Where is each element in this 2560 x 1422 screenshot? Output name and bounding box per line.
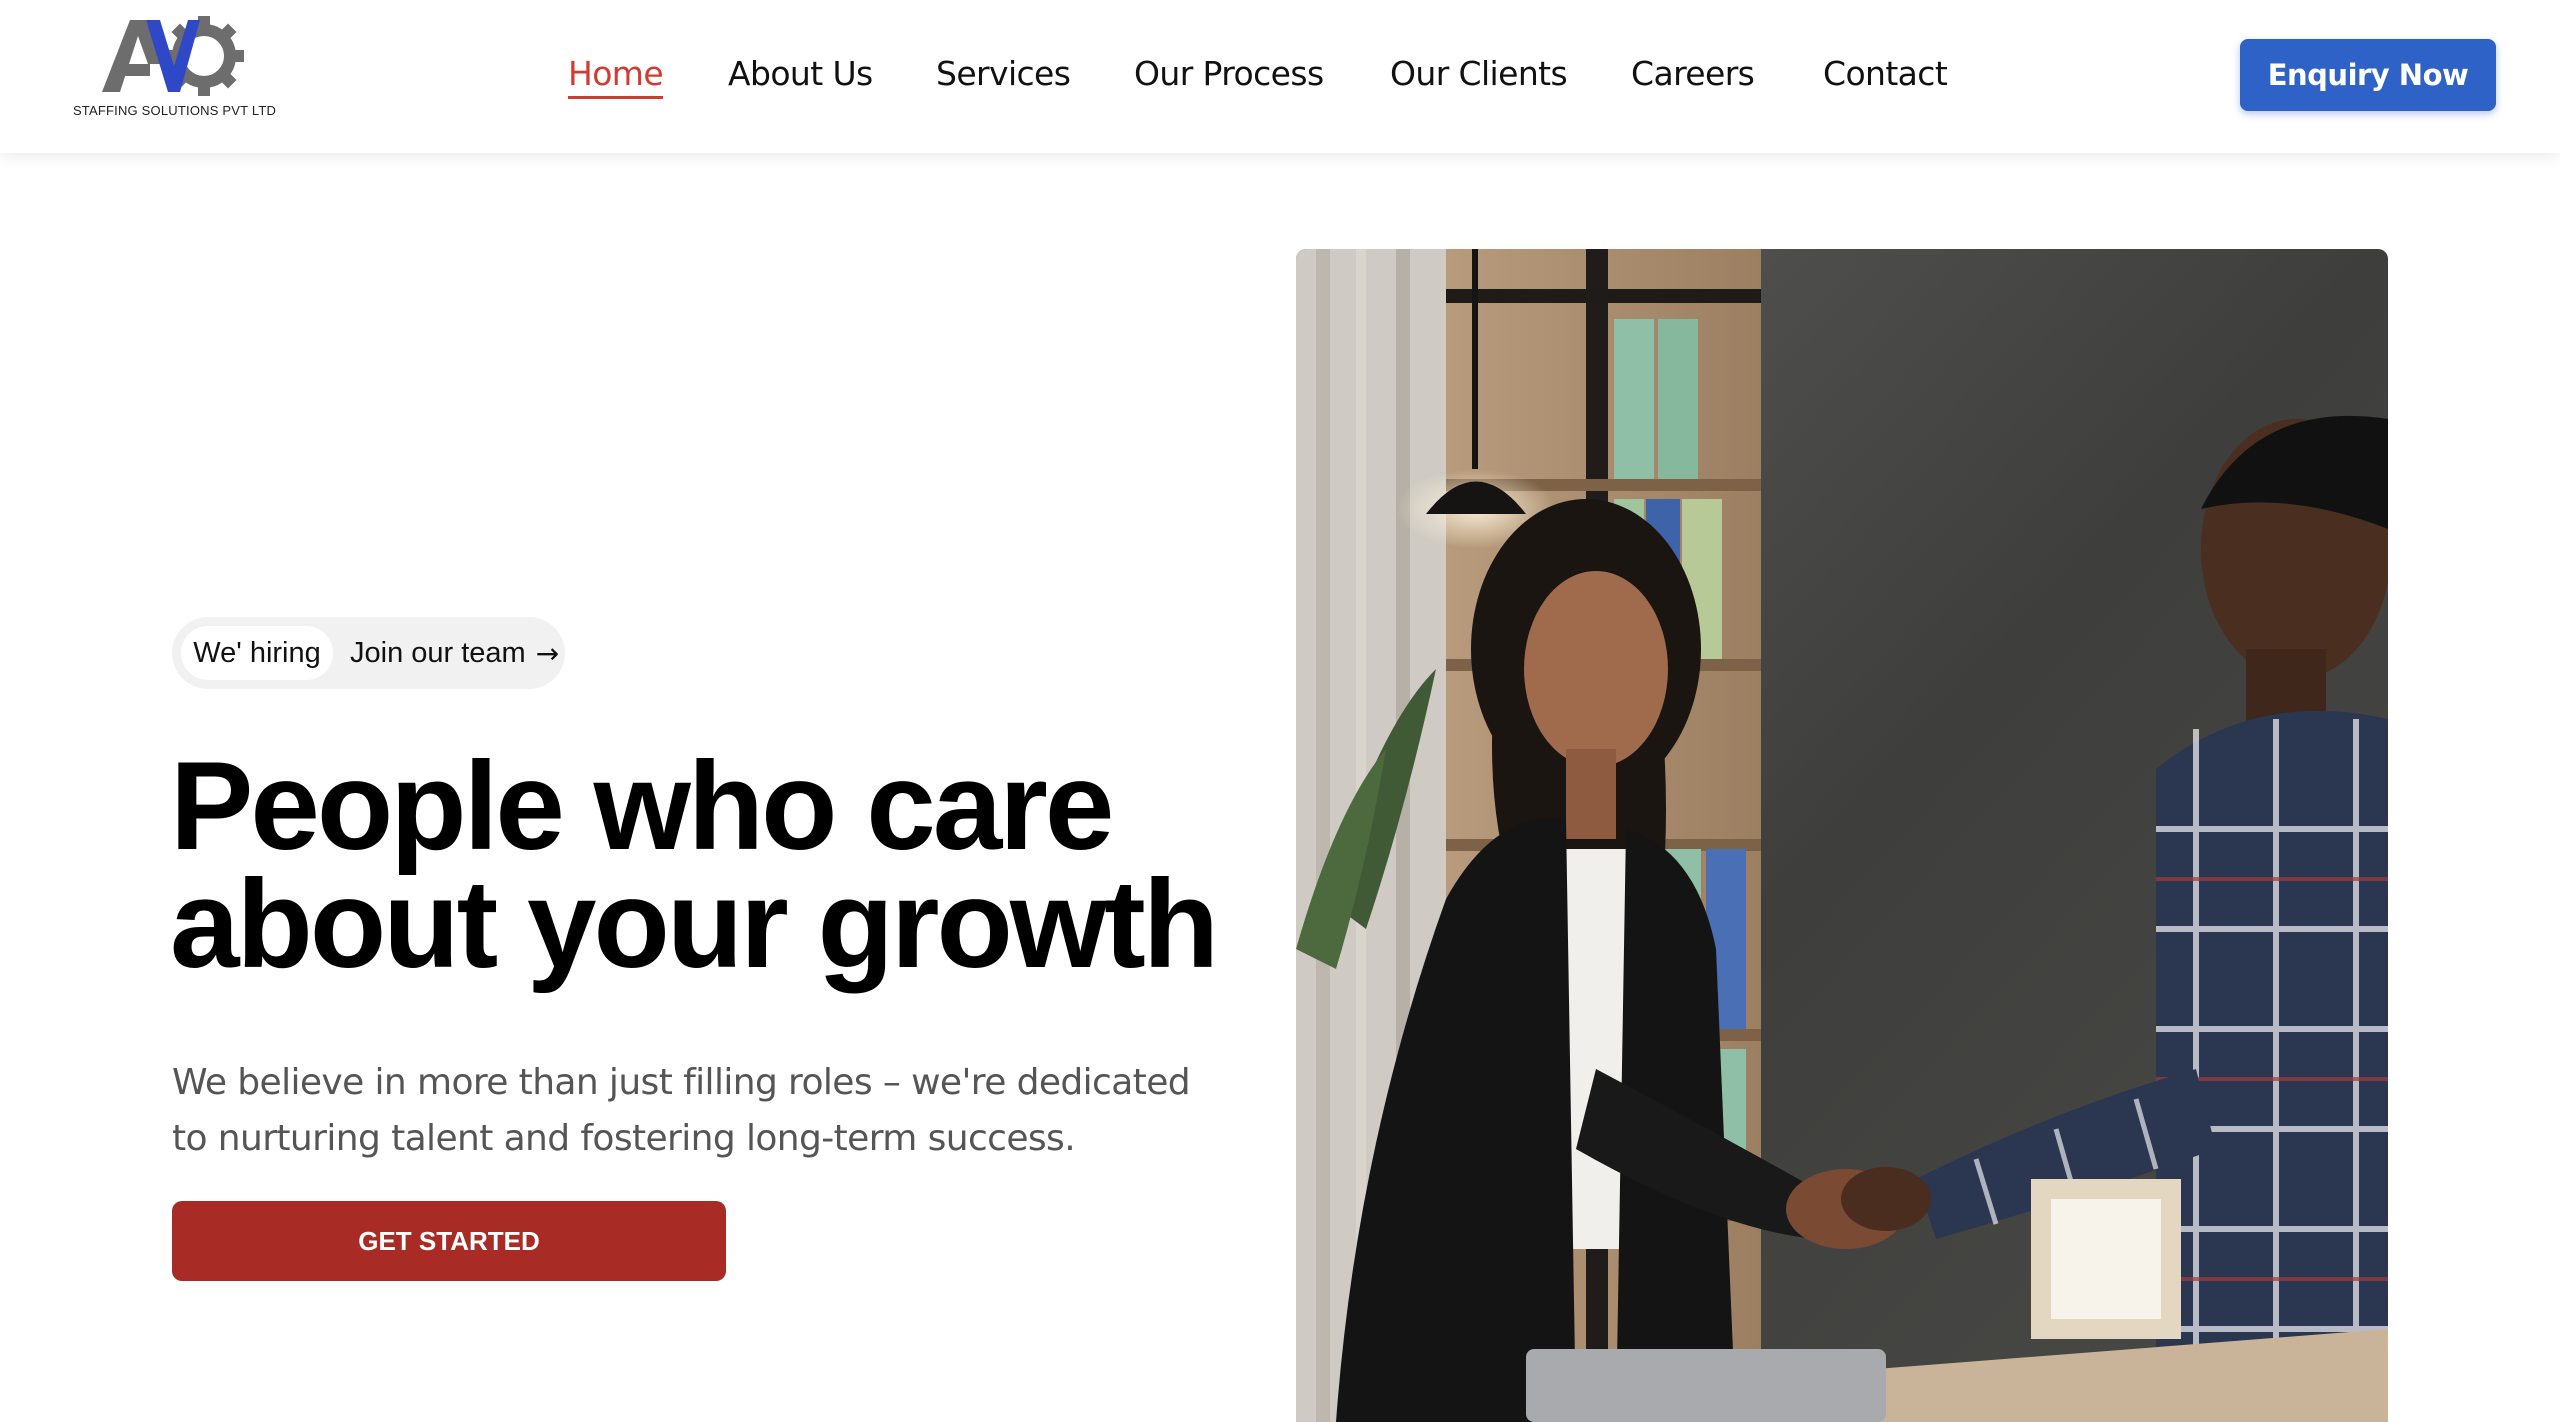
join-team-label: Join our team <box>350 636 526 669</box>
headline-line-2: about your growth <box>170 855 1219 994</box>
hiring-badge: We' hiring <box>181 626 333 680</box>
get-started-button[interactable]: GET STARTED <box>172 1201 726 1281</box>
nav-our-clients[interactable]: Our Clients <box>1390 52 1568 96</box>
site-header: STAFFING SOLUTIONS PVT LTD Home About Us… <box>0 0 2560 153</box>
nav-our-process[interactable]: Our Process <box>1134 52 1324 96</box>
handshake-photo <box>1296 249 2388 1422</box>
enquiry-now-button[interactable]: Enquiry Now <box>2240 39 2496 111</box>
brand-logo[interactable]: STAFFING SOLUTIONS PVT LTD <box>72 14 277 124</box>
nav-home[interactable]: Home <box>568 52 664 99</box>
hiring-pill: We' hiring Join our team → <box>172 617 565 689</box>
logo-tagline: STAFFING SOLUTIONS PVT LTD <box>72 103 277 118</box>
logo-mark <box>102 16 244 96</box>
join-team-link[interactable]: Join our team → <box>350 617 559 689</box>
nav-contact[interactable]: Contact <box>1823 52 1948 96</box>
nav-about-us[interactable]: About Us <box>728 52 873 96</box>
nav-careers[interactable]: Careers <box>1631 52 1755 96</box>
nav-services[interactable]: Services <box>936 52 1071 96</box>
headline-line-1: People who care <box>170 737 1114 876</box>
hero-headline: People who care about your growth <box>170 737 1270 994</box>
hero-subtext: We believe in more than just filling rol… <box>172 1062 1191 1159</box>
arrow-right-icon: → <box>535 636 560 670</box>
hero-image <box>1296 249 2388 1422</box>
